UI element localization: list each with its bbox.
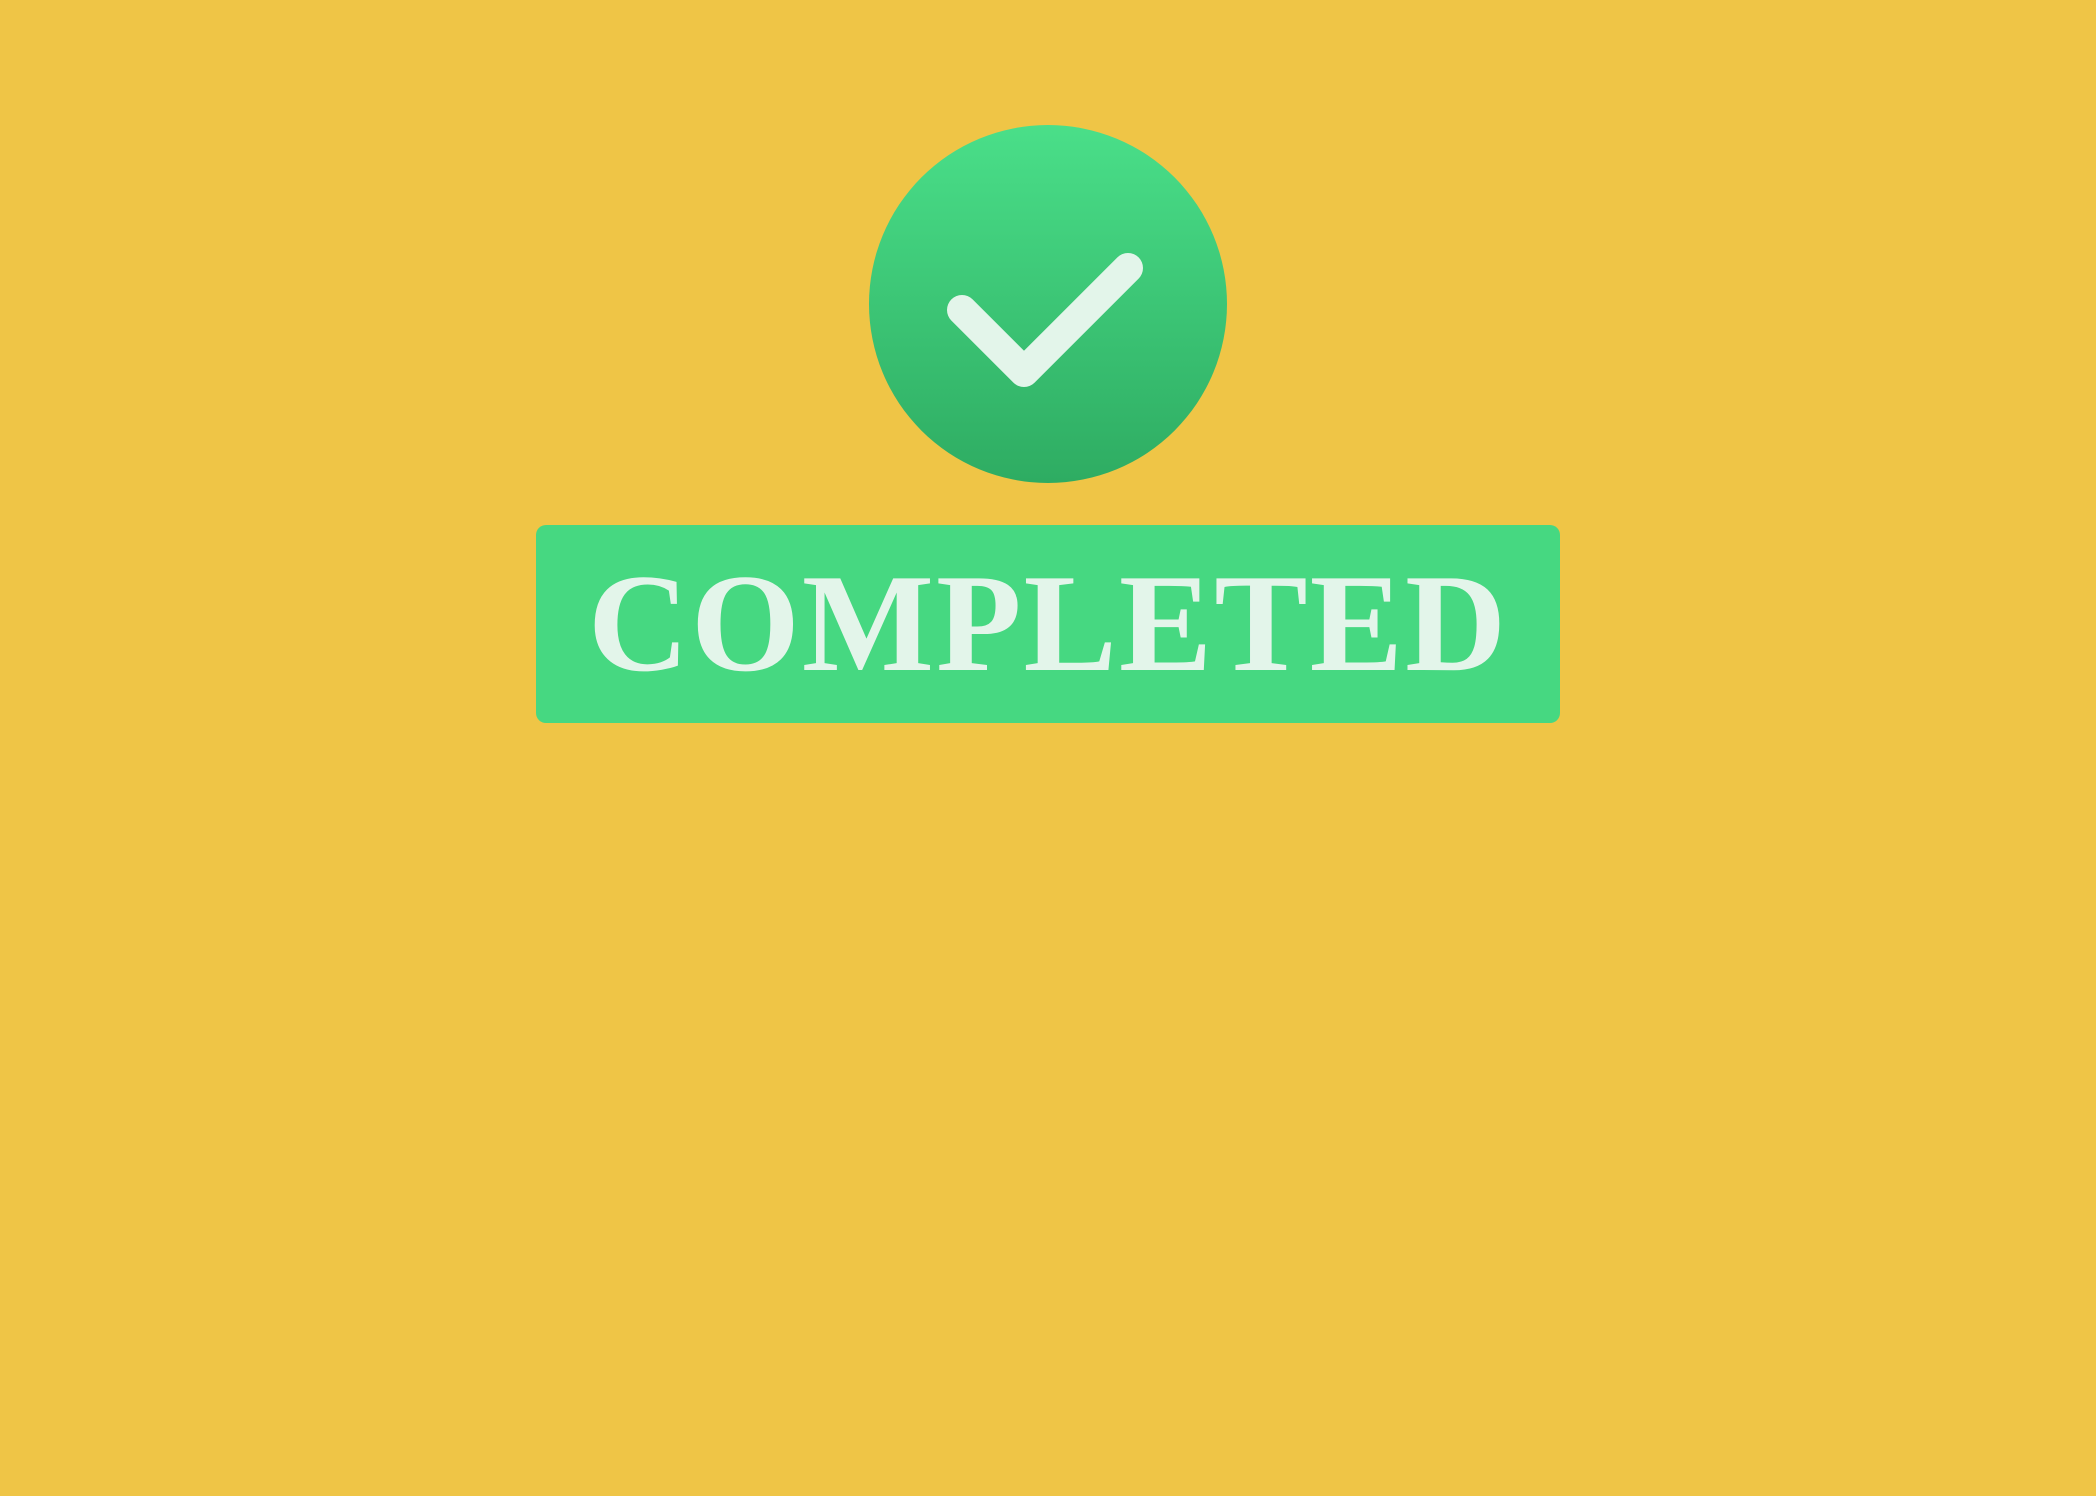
check-circle-icon (869, 125, 1227, 483)
status-label: COMPLETED (587, 546, 1509, 701)
badge-circle (869, 125, 1227, 483)
status-banner: COMPLETED (536, 525, 1560, 723)
